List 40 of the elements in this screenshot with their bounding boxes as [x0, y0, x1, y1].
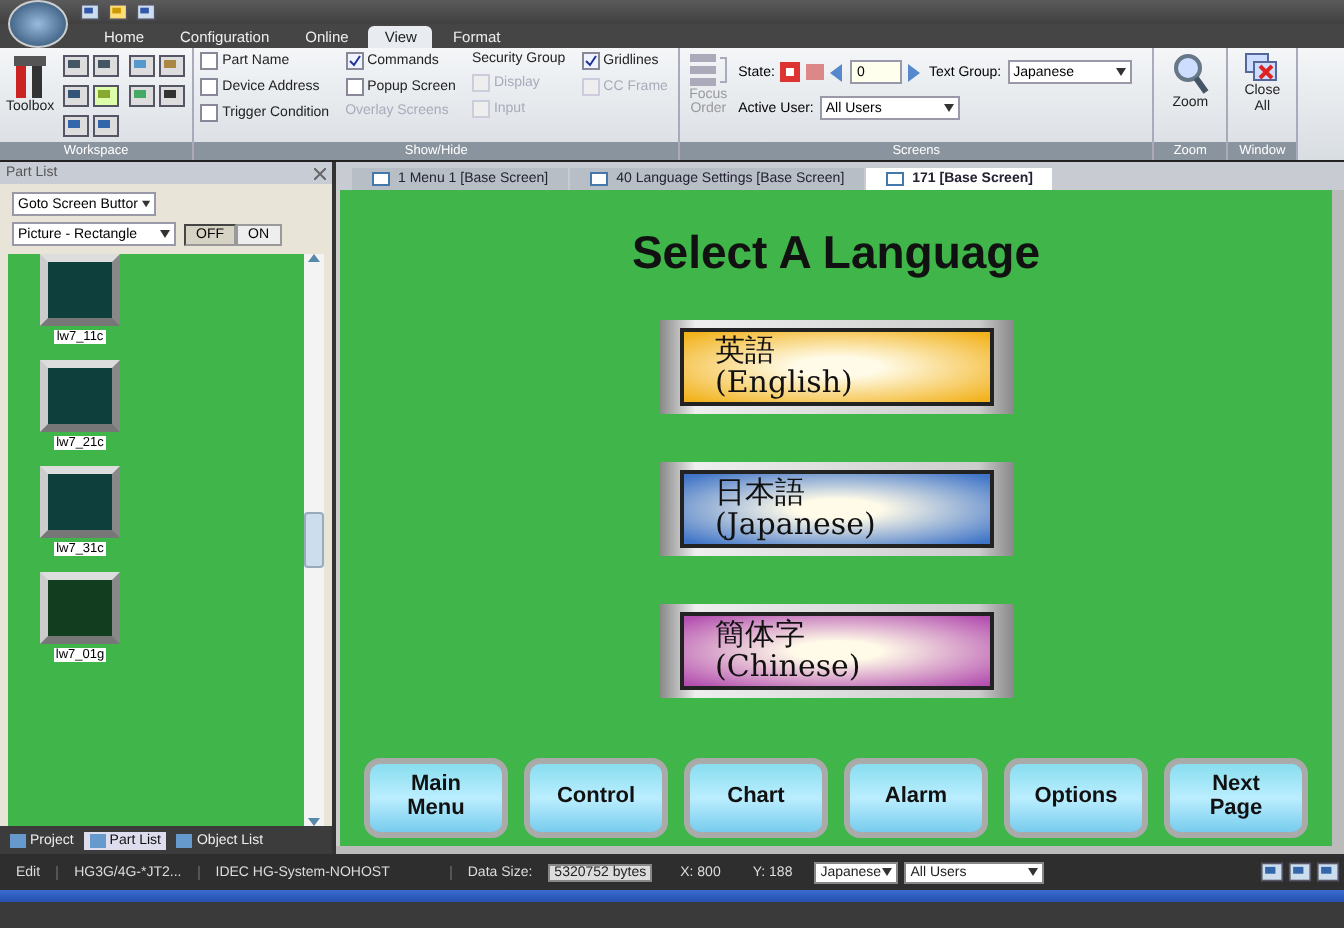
dropdown-caret-icon[interactable]: [882, 868, 893, 876]
nav-button[interactable]: Chart: [684, 758, 828, 838]
checkmark-icon: [347, 54, 362, 68]
nav-button[interactable]: Control: [524, 758, 668, 838]
part-swatch[interactable]: [40, 254, 120, 326]
state-on-icon[interactable]: [780, 62, 801, 82]
dropdown-caret-icon[interactable]: [141, 200, 150, 208]
screen-icon: [372, 172, 390, 186]
language-button[interactable]: 簡体字 (Chinese): [659, 604, 1013, 698]
previous-icon[interactable]: [830, 63, 845, 81]
scrollbar-thumb[interactable]: [304, 512, 324, 568]
close-windows-icon: [1244, 52, 1281, 84]
part-swatch[interactable]: [40, 360, 120, 432]
nav-button[interactable]: Next Page: [1164, 758, 1308, 838]
window-icon[interactable]: [92, 52, 121, 80]
dropdown-caret-icon[interactable]: [160, 230, 170, 238]
nav-button[interactable]: Alarm: [844, 758, 988, 838]
language-button[interactable]: 英語 (English): [659, 320, 1013, 414]
dropdown-caret-icon[interactable]: [943, 104, 954, 112]
close-icon[interactable]: [314, 167, 326, 179]
screen-title: Select A Language: [631, 226, 1041, 280]
language-button[interactable]: 日本語 (Japanese): [659, 462, 1013, 556]
part-swatch[interactable]: [40, 572, 120, 644]
nav-button[interactable]: Main Menu: [364, 758, 508, 838]
panel-tab-icon: [89, 833, 106, 847]
screen-icon: [590, 172, 609, 186]
nav-button[interactable]: Options: [1004, 758, 1148, 838]
next-icon[interactable]: [908, 63, 923, 81]
part-swatch[interactable]: [40, 466, 120, 538]
dropdown-caret-icon[interactable]: [1028, 868, 1039, 876]
checkmark-icon: [583, 54, 598, 68]
scroll-up-icon[interactable]: [308, 254, 320, 262]
dropdown-caret-icon[interactable]: [1115, 68, 1126, 76]
panel-tab-icon: [10, 833, 26, 847]
window-icon[interactable]: [136, 2, 156, 22]
window-icon[interactable]: [62, 52, 91, 80]
scrollbar[interactable]: [304, 254, 324, 826]
app-orb-icon[interactable]: [8, 0, 68, 48]
panel-tab-icon: [176, 833, 193, 847]
screen-icon: [886, 172, 905, 186]
